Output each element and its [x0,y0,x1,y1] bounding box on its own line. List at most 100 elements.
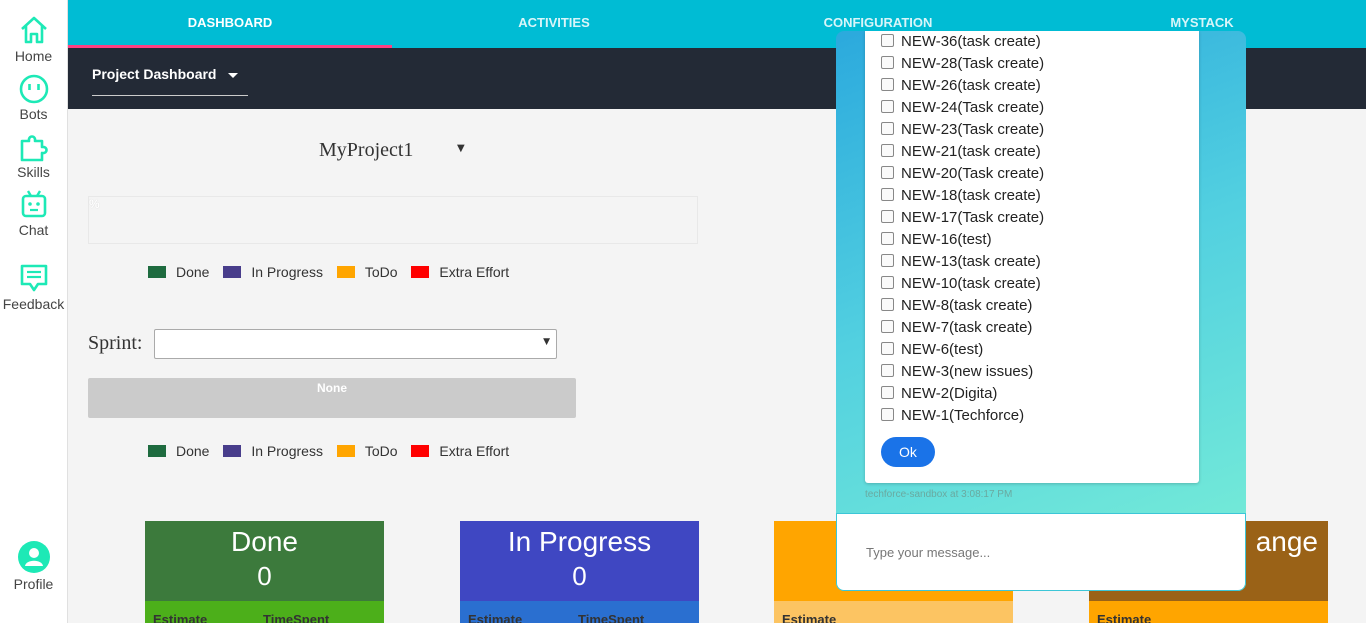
legend-swatch [411,445,430,457]
ok-button[interactable]: Ok [881,437,935,467]
card-in-progress: In Progress 0 Estimate TimeSpent [460,521,699,623]
task-checkbox-item[interactable]: NEW-1(Techforce) [881,407,1024,429]
task-label: NEW-6(test) [901,341,984,358]
task-checkbox-item[interactable]: NEW-28(Task create) [881,55,1044,77]
card-foot: Estimate [1089,601,1328,623]
sidebar-item-profile[interactable]: Profile [0,540,67,592]
legend-swatch [411,266,430,278]
sidebar-item-chat[interactable]: Chat [0,188,67,238]
task-checkbox-item[interactable]: NEW-23(Task create) [881,121,1044,143]
task-label: NEW-24(Task create) [901,99,1045,116]
checkbox[interactable] [881,232,894,245]
message-timestamp: techforce-sandbox at 3:08:17 PM [865,489,1013,500]
checkbox[interactable] [881,100,894,113]
sidebar-item-bots[interactable]: Bots [0,74,67,122]
sprint-progress-bar: None [88,378,576,418]
checkbox[interactable] [881,254,894,267]
status-legend-bottom: Done In Progress ToDo Extra Effort [148,443,519,459]
task-label: NEW-18(task create) [901,187,1041,204]
card-title: Done [231,526,298,557]
legend-item: Done [148,264,209,280]
checkbox[interactable] [881,166,894,179]
legend-label: ToDo [364,264,398,280]
checkbox[interactable] [881,364,894,377]
legend-swatch [223,445,242,457]
legend-label: Done [176,264,210,280]
card-col-timespent: TimeSpent [578,612,645,623]
card-head: In Progress 0 [460,521,699,601]
checkbox[interactable] [881,408,894,421]
project-select[interactable]: MyProject1 ▼ [300,136,480,164]
legend-item: ToDo [336,264,398,280]
card-col-estimate: Estimate [782,612,837,623]
status-legend-top: Done In Progress ToDo Extra Effort [148,264,519,280]
task-checkbox-item[interactable]: NEW-17(Task create) [881,209,1044,231]
sidebar-item-label: Feedback [2,296,65,312]
sidebar-item-skills[interactable]: Skills [0,132,67,180]
task-checkbox-item[interactable]: NEW-13(task create) [881,253,1041,275]
legend-label: ToDo [364,443,398,459]
checkbox[interactable] [881,320,894,333]
checkbox[interactable] [881,276,894,289]
triangle-down-icon: ▼ [543,337,550,347]
task-label: NEW-26(task create) [901,77,1041,94]
checkbox[interactable] [881,386,894,399]
checkbox[interactable] [881,298,894,311]
legend-item: Extra Effort [411,264,509,280]
checkbox[interactable] [881,210,894,223]
legend-label: Extra Effort [439,443,510,459]
chat-message-input[interactable]: Type your message... [836,513,1246,591]
tab-activities[interactable]: ACTIVITIES [392,0,716,48]
sidebar-item-label: Chat [18,222,49,238]
task-checkbox-item[interactable]: NEW-6(test) [881,341,983,363]
triangle-down-icon: ▼ [457,143,465,154]
legend-label: In Progress [251,264,323,280]
checkbox[interactable] [881,78,894,91]
card-foot: Estimate [774,601,1013,623]
task-checkbox-item[interactable]: NEW-8(task create) [881,297,1032,319]
task-checkbox-item[interactable]: NEW-16(test) [881,231,992,253]
legend-item: ToDo [336,443,398,459]
card-count: 0 [257,561,272,591]
bot-face-icon [19,74,48,104]
left-sidebar: Home Bots Skills Chat Feedback Profile [0,0,68,623]
card-col-estimate: Estimate [153,612,208,623]
legend-item: Extra Effort [411,443,509,459]
card-head: Done 0 [145,521,384,601]
card-col-timespent: TimeSpent [263,612,330,623]
task-checkbox-item[interactable]: NEW-18(task create) [881,187,1041,209]
checkbox[interactable] [881,56,894,69]
checkbox[interactable] [881,34,894,47]
home-icon [20,16,47,44]
task-checkbox-item[interactable]: NEW-10(task create) [881,275,1041,297]
checkbox[interactable] [881,342,894,355]
task-checkbox-item[interactable]: NEW-21(task create) [881,143,1041,165]
legend-item: In Progress [223,264,323,280]
chat-input-placeholder: Type your message... [866,545,991,560]
task-checkbox-item[interactable]: NEW-7(task create) [881,319,1032,341]
task-checkbox-item[interactable]: NEW-20(Task create) [881,165,1044,187]
project-dashboard-dropdown[interactable]: Project Dashboard [92,66,248,96]
caret-down-icon [228,73,238,78]
checkbox[interactable] [881,188,894,201]
checkbox[interactable] [881,144,894,157]
legend-swatch [223,266,242,278]
tab-dashboard[interactable]: DASHBOARD [68,0,392,48]
user-icon [17,541,50,573]
task-checkbox-item[interactable]: NEW-3(new issues) [881,363,1033,385]
task-label: NEW-3(new issues) [901,363,1034,380]
task-label: NEW-1(Techforce) [901,407,1025,424]
sidebar-item-feedback[interactable]: Feedback [0,262,67,312]
task-checkbox-item[interactable]: NEW-36(task create) [881,33,1041,55]
dropdown-label: Project Dashboard [92,66,217,82]
checkbox[interactable] [881,122,894,135]
sidebar-item-home[interactable]: Home [0,14,67,64]
sprint-select[interactable]: ▼ [154,329,557,359]
bot-message-card: NEW-36(task create) NEW-28(Task create) … [865,31,1199,483]
task-label: NEW-20(Task create) [901,165,1045,182]
task-checkbox-item[interactable]: NEW-24(Task create) [881,99,1044,121]
task-checkbox-item[interactable]: NEW-2(Digita) [881,385,997,407]
puzzle-icon [20,135,48,162]
progress-percent: % [89,197,100,211]
task-checkbox-item[interactable]: NEW-26(task create) [881,77,1041,99]
